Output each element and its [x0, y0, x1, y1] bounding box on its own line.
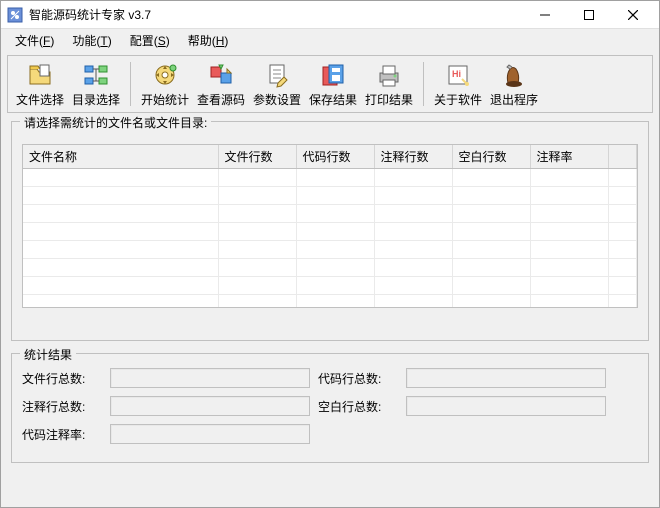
table-row: [23, 277, 637, 295]
tool-start-stat[interactable]: 开始统计: [137, 58, 193, 110]
comment-lines-label: 注释行总数:: [22, 398, 102, 415]
tool-label: 保存结果: [309, 91, 357, 108]
menu-config[interactable]: 配置(S): [122, 30, 178, 51]
tool-dir-select[interactable]: 目录选择: [68, 58, 124, 110]
close-button[interactable]: [611, 1, 655, 28]
view-source-icon: [207, 61, 235, 89]
table-row: [23, 187, 637, 205]
col-code-lines[interactable]: 代码行数: [296, 145, 374, 169]
table-row: [23, 205, 637, 223]
svg-text:Hi: Hi: [452, 69, 461, 79]
tool-view-source[interactable]: 查看源码: [193, 58, 249, 110]
toolbar: 文件选择 目录选择 开始统计 查看源码 参数设置: [7, 55, 653, 113]
file-select-group: 请选择需统计的文件名或文件目录: 文件名称 文件行数 代码行数 注释行数 空白行…: [11, 121, 649, 341]
tool-label: 参数设置: [253, 91, 301, 108]
results-legend: 统计结果: [20, 346, 76, 363]
menu-help[interactable]: 帮助(H): [180, 30, 237, 51]
grid: 文件名称 文件行数 代码行数 注释行数 空白行数 注释率: [23, 145, 637, 308]
table-row: [23, 295, 637, 309]
code-lines-label: 代码行总数:: [318, 370, 398, 387]
dir-select-icon: [82, 61, 110, 89]
tool-label: 开始统计: [141, 91, 189, 108]
file-lines-label: 文件行总数:: [22, 370, 102, 387]
exit-icon: [500, 61, 528, 89]
app-icon: [7, 7, 23, 23]
minimize-button[interactable]: [523, 1, 567, 28]
minimize-icon: [540, 10, 550, 20]
close-icon: [628, 10, 638, 20]
tool-save-result[interactable]: 保存结果: [305, 58, 361, 110]
tool-print-result[interactable]: 打印结果: [361, 58, 417, 110]
comment-lines-field: [110, 396, 310, 416]
code-lines-field: [406, 368, 606, 388]
maximize-button[interactable]: [567, 1, 611, 28]
tool-label: 退出程序: [490, 91, 538, 108]
col-comment-lines[interactable]: 注释行数: [374, 145, 452, 169]
blank-lines-label: 空白行总数:: [318, 398, 398, 415]
blank-lines-field: [406, 396, 606, 416]
save-result-icon: [319, 61, 347, 89]
app-window: 智能源码统计专家 v3.7 文件(F) 功能(T) 配置(S) 帮助(H) 文件…: [0, 0, 660, 508]
tool-label: 打印结果: [365, 91, 413, 108]
about-icon: Hi: [444, 61, 472, 89]
window-title: 智能源码统计专家 v3.7: [29, 6, 523, 23]
menubar: 文件(F) 功能(T) 配置(S) 帮助(H): [1, 29, 659, 51]
comment-rate-label: 代码注释率:: [22, 426, 102, 443]
window-controls: [523, 1, 655, 28]
table-row: [23, 259, 637, 277]
col-filename[interactable]: 文件名称: [23, 145, 218, 169]
table-row: [23, 223, 637, 241]
toolbar-separator: [130, 62, 131, 106]
file-table[interactable]: 文件名称 文件行数 代码行数 注释行数 空白行数 注释率: [22, 144, 638, 308]
col-comment-rate[interactable]: 注释率: [530, 145, 608, 169]
table-header-row: 文件名称 文件行数 代码行数 注释行数 空白行数 注释率: [23, 145, 637, 169]
tool-about[interactable]: Hi 关于软件: [430, 58, 486, 110]
comment-rate-field: [110, 424, 310, 444]
menu-function[interactable]: 功能(T): [64, 30, 119, 51]
col-blank-lines[interactable]: 空白行数: [452, 145, 530, 169]
tool-exit[interactable]: 退出程序: [486, 58, 542, 110]
col-spacer: [608, 145, 637, 169]
maximize-icon: [584, 10, 594, 20]
tool-label: 查看源码: [197, 91, 245, 108]
table-row: [23, 169, 637, 187]
toolbar-separator: [423, 62, 424, 106]
results-group: 统计结果 文件行总数: 代码行总数: 注释行总数: 空白行总数: 代码注释率:: [11, 353, 649, 463]
table-row: [23, 241, 637, 259]
tool-param-set[interactable]: 参数设置: [249, 58, 305, 110]
tool-label: 文件选择: [16, 91, 64, 108]
titlebar: 智能源码统计专家 v3.7: [1, 1, 659, 29]
start-stat-icon: [151, 61, 179, 89]
menu-file[interactable]: 文件(F): [7, 30, 62, 51]
col-file-lines[interactable]: 文件行数: [218, 145, 296, 169]
param-set-icon: [263, 61, 291, 89]
results-grid: 文件行总数: 代码行总数: 注释行总数: 空白行总数: 代码注释率:: [22, 368, 638, 444]
file-select-icon: [26, 61, 54, 89]
print-result-icon: [375, 61, 403, 89]
file-select-legend: 请选择需统计的文件名或文件目录:: [20, 114, 211, 131]
tool-label: 关于软件: [434, 91, 482, 108]
tool-file-select[interactable]: 文件选择: [12, 58, 68, 110]
file-lines-field: [110, 368, 310, 388]
tool-label: 目录选择: [72, 91, 120, 108]
